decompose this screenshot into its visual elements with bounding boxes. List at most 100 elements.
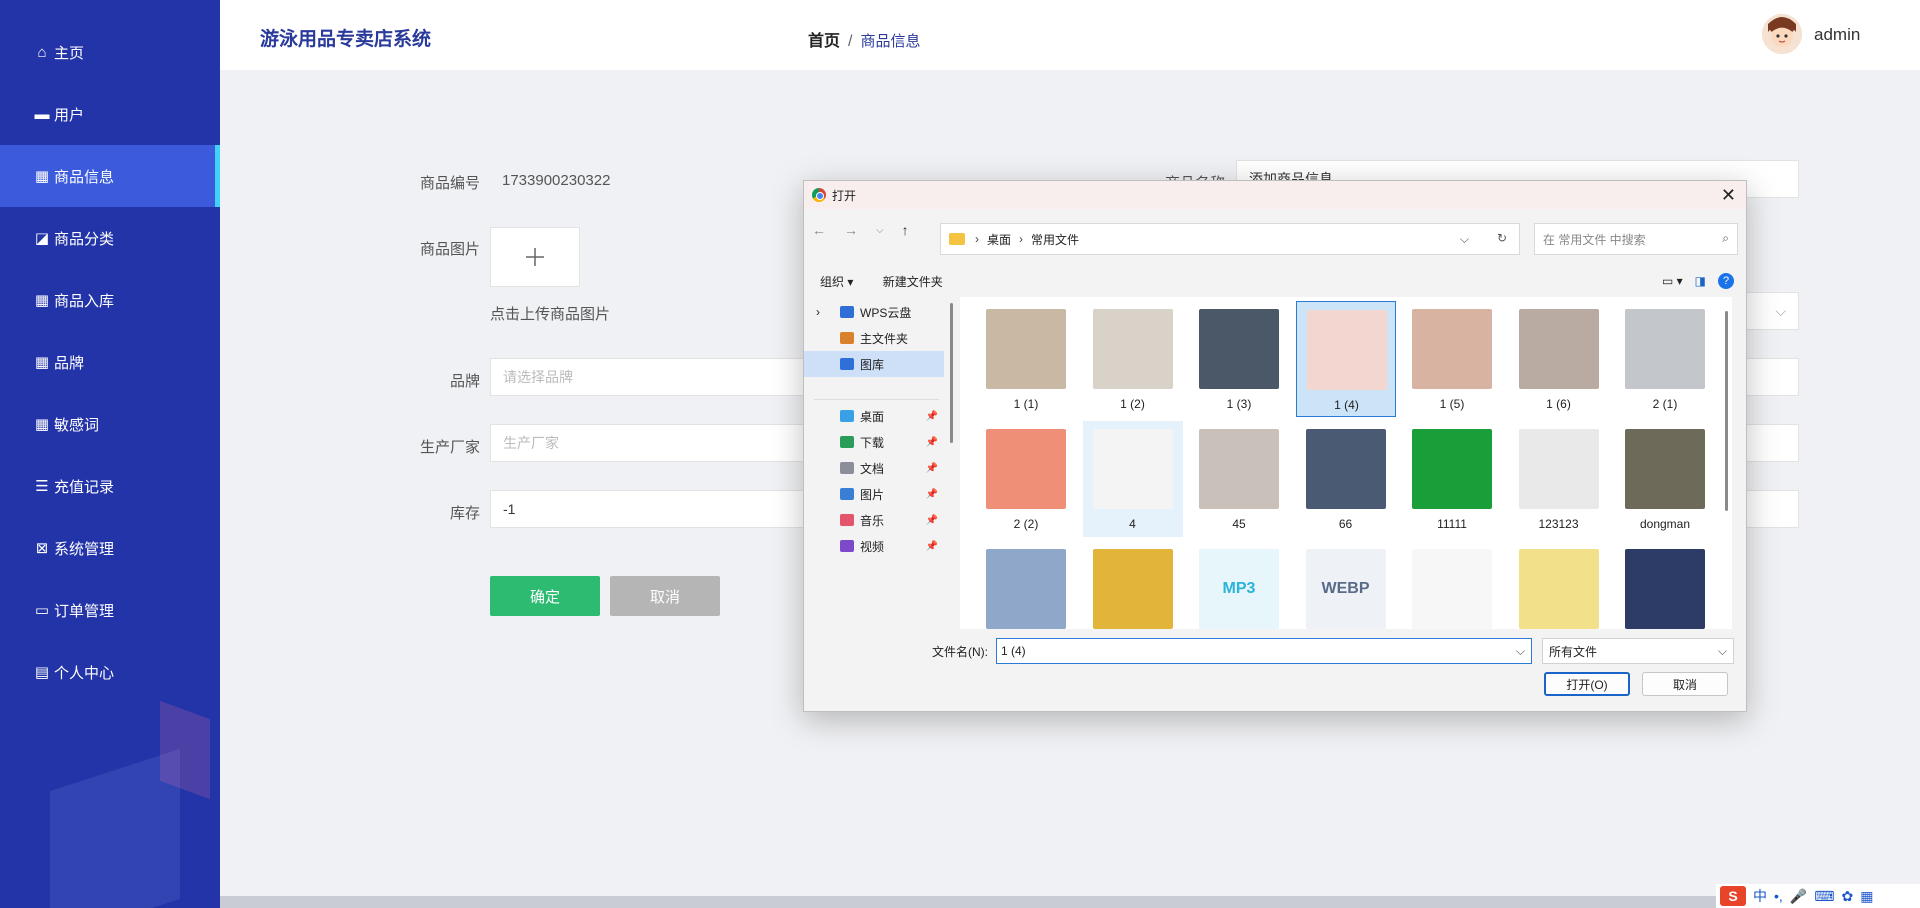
back-arrow-icon[interactable]: ← <box>812 222 826 238</box>
toolbox-icon[interactable]: ▦ <box>1860 888 1873 905</box>
nav-pane-label: 图库 <box>860 357 885 372</box>
file-tile[interactable]: dongman <box>1615 421 1715 537</box>
file-name: 66 <box>1338 517 1353 531</box>
chrome-icon <box>812 188 826 202</box>
filename-value: 1 (4) <box>1001 644 1026 658</box>
file-name: 45 <box>1232 517 1246 531</box>
file-tile[interactable] <box>1509 541 1609 629</box>
file-name: 1 (6) <box>1546 397 1571 411</box>
file-tile[interactable]: 11111 <box>1402 421 1502 537</box>
keyboard-icon[interactable]: ⌨ <box>1814 888 1834 905</box>
cancel-button[interactable]: 取消 <box>610 576 720 616</box>
sidebar-item-label: 商品信息 <box>54 168 115 186</box>
filename-input[interactable]: 1 (4) ⌵ <box>996 638 1532 664</box>
new-folder-button[interactable]: 新建文件夹 <box>883 275 943 289</box>
confirm-button[interactable]: 确定 <box>490 576 600 616</box>
maker-input[interactable]: 生产厂家 <box>490 424 810 462</box>
grid-icon: ▦ <box>34 354 50 371</box>
avatar[interactable] <box>1762 14 1802 54</box>
file-tile[interactable] <box>1402 541 1502 629</box>
nav-pane-item[interactable]: 下载 📌 <box>804 429 944 455</box>
file-tile[interactable]: 45 <box>1189 421 1289 537</box>
user-name[interactable]: admin <box>1814 25 1860 45</box>
file-thumbnail <box>1306 310 1387 390</box>
file-tile[interactable]: WEBP <box>1296 541 1396 629</box>
brand-select[interactable]: 请选择品牌 <box>490 358 810 396</box>
sidebar-item[interactable]: ▦ 品牌 <box>0 331 220 393</box>
file-name: 123123 <box>1538 517 1579 531</box>
file-tile[interactable]: 2 (1) <box>1615 301 1715 417</box>
sidebar-item[interactable]: ◪ 商品分类 <box>0 207 220 269</box>
dialog-cancel-button[interactable]: 取消 <box>1642 672 1728 696</box>
file-tile[interactable]: 1 (4) <box>1295 301 1396 417</box>
nav-pane-item[interactable]: › WPS云盘 <box>804 299 944 325</box>
organize-menu[interactable]: 组织 ▾ <box>820 275 853 289</box>
nav-pane-item[interactable]: 音乐 📌 <box>804 507 944 533</box>
ime-mode[interactable]: 中 <box>1753 886 1767 906</box>
file-tile[interactable]: 66 <box>1296 421 1396 537</box>
refresh-icon[interactable]: ↻ <box>1497 231 1507 245</box>
recent-chevron-icon[interactable]: ⌵ <box>876 225 884 236</box>
preview-pane-icon[interactable]: ◨ <box>1695 274 1706 288</box>
pin-icon: 📌 <box>925 436 938 448</box>
sidebar-item[interactable]: ▦ 商品入库 <box>0 269 220 331</box>
scrollbar[interactable] <box>950 303 953 443</box>
chevron-right-icon: › <box>1019 232 1024 246</box>
breadcrumb-home[interactable]: 首页 <box>808 33 840 50</box>
nav-pane-item[interactable]: 图库 <box>804 351 944 377</box>
chevron-down-icon[interactable]: ⌵ <box>1516 644 1525 659</box>
open-button[interactable]: 打开(O) <box>1544 672 1630 696</box>
microphone-icon[interactable]: 🎤 <box>1790 888 1807 905</box>
nav-pane-item[interactable]: 文档 📌 <box>804 455 944 481</box>
file-tile[interactable] <box>1615 541 1715 629</box>
file-tile[interactable] <box>1083 541 1183 629</box>
address-bar[interactable]: › 桌面 › 常用文件 ⌵ ↻ <box>940 223 1520 255</box>
skin-icon[interactable]: ✿ <box>1841 888 1853 905</box>
file-tile[interactable]: 1 (5) <box>1402 301 1502 417</box>
punctuation-icon[interactable]: •, <box>1774 888 1783 904</box>
file-grid: 1 (1) 1 (2) 1 (3) 1 (4) 1 (5) 1 (6) 2 (1) 2 (2)… <box>960 297 1732 629</box>
sidebar-item[interactable]: ⊠ 系统管理 <box>0 517 220 579</box>
chevron-down-icon[interactable]: ⌵ <box>1460 232 1469 247</box>
file-tile[interactable]: MP3 <box>1189 541 1289 629</box>
view-mode-icon[interactable]: ▭ ▾ <box>1662 274 1683 288</box>
file-thumbnail <box>1625 549 1705 629</box>
file-tile[interactable]: 123123 <box>1509 421 1609 537</box>
path-folder[interactable]: 常用文件 <box>1031 231 1079 248</box>
upload-button[interactable] <box>490 227 580 287</box>
expand-chevron-icon[interactable]: › <box>816 305 820 319</box>
sidebar-item[interactable]: ☰ 充值记录 <box>0 455 220 517</box>
nav-pane-item[interactable]: 视频 📌 <box>804 533 944 559</box>
file-tile[interactable]: 1 (3) <box>1189 301 1289 417</box>
file-tile[interactable]: 2 (2) <box>976 421 1076 537</box>
grid-icon: ▦ <box>34 168 50 185</box>
nav-pane-label: 桌面 <box>860 409 885 424</box>
sidebar-item[interactable]: ▬ 用户 <box>0 83 220 145</box>
nav-pane-item[interactable]: 主文件夹 <box>804 325 944 351</box>
sogou-logo-icon[interactable]: S <box>1720 886 1746 906</box>
sidebar-item[interactable]: ▦ 敏感词 <box>0 393 220 455</box>
nav-pane-label: WPS云盘 <box>860 305 912 320</box>
sidebar-item[interactable]: ⌂ 主页 <box>0 21 220 83</box>
sidebar-item[interactable]: ▤ 个人中心 <box>0 641 220 703</box>
dialog-titlebar[interactable]: 打开 ✕ <box>804 181 1746 209</box>
close-icon[interactable]: ✕ <box>1721 185 1736 206</box>
horizontal-scrollbar[interactable] <box>220 896 1920 908</box>
forward-arrow-icon[interactable]: → <box>844 222 858 238</box>
nav-pane-item[interactable]: 桌面 📌 <box>804 403 944 429</box>
file-tile[interactable]: 1 (6) <box>1509 301 1609 417</box>
nav-pane-item[interactable]: 图片 📌 <box>804 481 944 507</box>
stock-input[interactable]: -1 <box>490 490 810 528</box>
filetype-select[interactable]: 所有文件 ⌵ <box>1542 638 1734 664</box>
file-tile[interactable] <box>976 541 1076 629</box>
path-desktop[interactable]: 桌面 <box>987 231 1011 248</box>
sidebar-item[interactable]: ▦ 商品信息 <box>0 145 220 207</box>
file-tile[interactable]: 1 (2) <box>1083 301 1183 417</box>
file-tile[interactable]: 1 (1) <box>976 301 1076 417</box>
file-tile[interactable]: 4 <box>1082 421 1183 537</box>
up-arrow-icon[interactable]: ↑ <box>902 222 909 238</box>
search-input[interactable]: 在 常用文件 中搜索 ⌕ <box>1534 223 1738 255</box>
sidebar-item[interactable]: ▭ 订单管理 <box>0 579 220 641</box>
scrollbar[interactable] <box>1725 311 1728 511</box>
help-icon[interactable]: ? <box>1718 273 1734 289</box>
